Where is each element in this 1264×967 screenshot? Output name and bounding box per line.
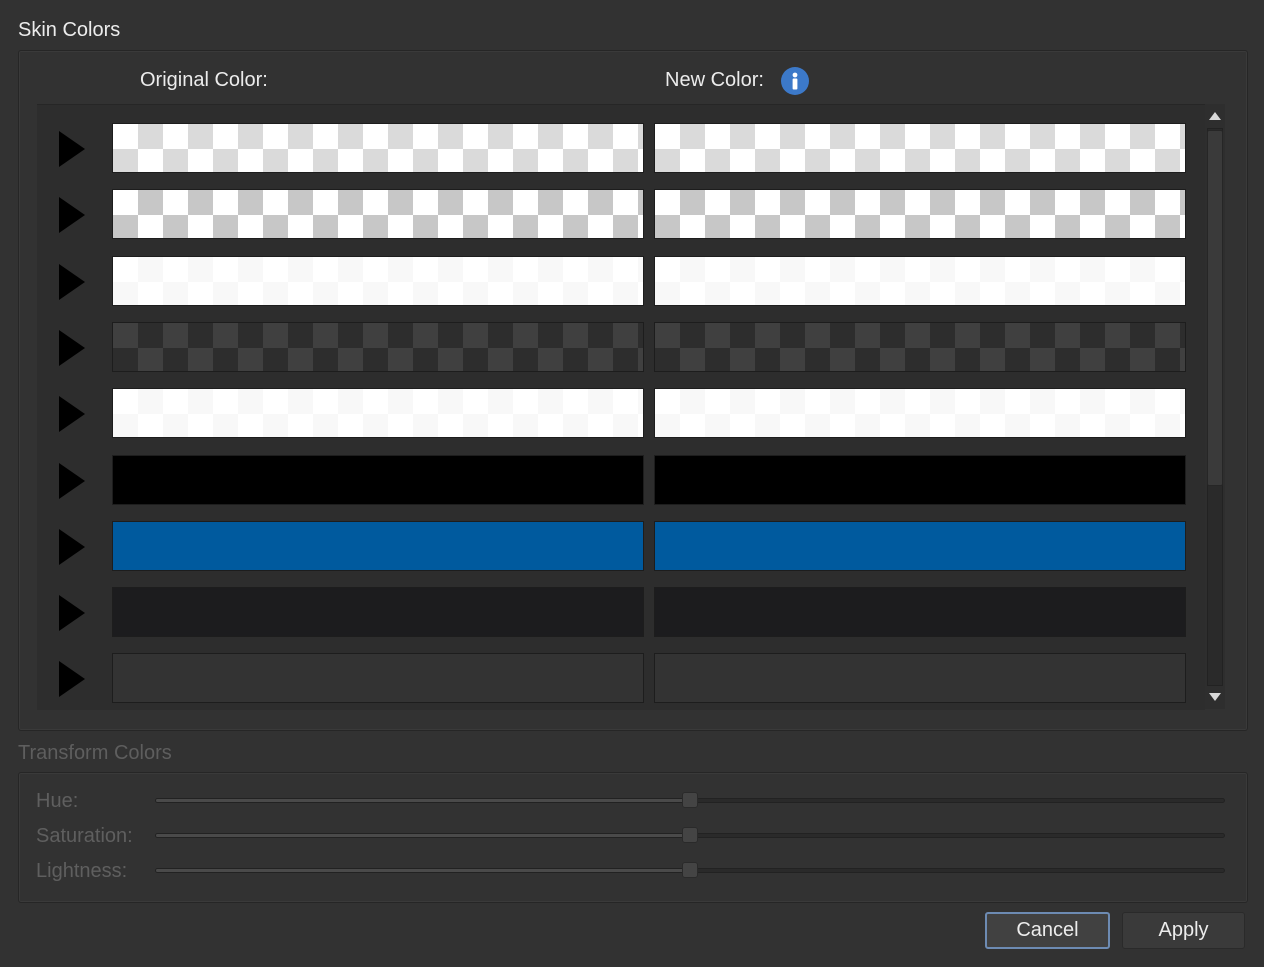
color-row: [37, 653, 1205, 705]
color-row: [37, 189, 1205, 241]
scroll-down-arrow-icon[interactable]: [1205, 687, 1225, 707]
disclosure-triangle-icon[interactable]: [59, 329, 85, 366]
vertical-scrollbar[interactable]: [1205, 104, 1225, 709]
info-icon[interactable]: [781, 67, 809, 95]
color-list[interactable]: [37, 104, 1205, 710]
slider-fill: [156, 834, 690, 837]
new-color-swatch[interactable]: [654, 454, 1186, 505]
original-color-swatch[interactable]: [112, 321, 644, 372]
slider-track[interactable]: [155, 792, 1225, 808]
scrollbar-thumb[interactable]: [1207, 130, 1223, 486]
color-row: [37, 123, 1205, 175]
disclosure-triangle-icon[interactable]: [59, 595, 85, 632]
skin-colors-title: Skin Colors: [18, 19, 121, 41]
disclosure-triangle-icon[interactable]: [59, 131, 85, 167]
new-color-swatch[interactable]: [654, 587, 1186, 638]
new-color-swatch[interactable]: [654, 520, 1186, 571]
new-color-swatch[interactable]: [654, 653, 1186, 704]
color-row: [37, 388, 1205, 440]
original-color-swatch[interactable]: [112, 653, 644, 704]
disclosure-triangle-icon[interactable]: [59, 462, 85, 499]
slider-label: Saturation:: [36, 825, 133, 847]
slider-fill: [156, 799, 690, 802]
color-row: [37, 321, 1205, 374]
original-color-swatch[interactable]: [112, 454, 644, 505]
disclosure-triangle-icon[interactable]: [59, 396, 85, 433]
disclosure-triangle-icon[interactable]: [59, 661, 85, 698]
slider-handle[interactable]: [682, 792, 698, 808]
original-color-header: Original Color:: [140, 69, 268, 91]
original-color-swatch[interactable]: [112, 587, 644, 638]
disclosure-triangle-icon[interactable]: [59, 528, 85, 565]
slider-track[interactable]: [155, 862, 1225, 878]
color-row: [37, 520, 1205, 573]
original-color-swatch[interactable]: [112, 189, 644, 240]
disclosure-triangle-icon[interactable]: [59, 263, 85, 300]
new-color-swatch[interactable]: [654, 255, 1186, 306]
original-color-swatch[interactable]: [112, 123, 644, 173]
color-row: [37, 255, 1205, 308]
disclosure-triangle-icon[interactable]: [59, 197, 85, 234]
transform-colors-title: Transform Colors: [18, 742, 172, 764]
new-color-header: New Color:: [665, 69, 764, 91]
color-row: [37, 454, 1205, 507]
original-color-swatch[interactable]: [112, 388, 644, 439]
cancel-button[interactable]: Cancel: [985, 912, 1110, 949]
slider-fill: [156, 869, 690, 872]
slider-handle[interactable]: [682, 862, 698, 878]
slider-track[interactable]: [155, 827, 1225, 843]
scroll-up-arrow-icon[interactable]: [1205, 106, 1225, 126]
new-color-swatch[interactable]: [654, 321, 1186, 372]
new-color-swatch[interactable]: [654, 189, 1186, 240]
new-color-swatch[interactable]: [654, 123, 1186, 173]
slider-label: Lightness:: [36, 860, 128, 882]
original-color-swatch[interactable]: [112, 255, 644, 306]
original-color-swatch[interactable]: [112, 520, 644, 571]
slider-label: Hue:: [36, 790, 79, 812]
color-row: [37, 587, 1205, 639]
slider-handle[interactable]: [682, 827, 698, 843]
apply-button[interactable]: Apply: [1122, 912, 1245, 949]
new-color-swatch[interactable]: [654, 388, 1186, 439]
